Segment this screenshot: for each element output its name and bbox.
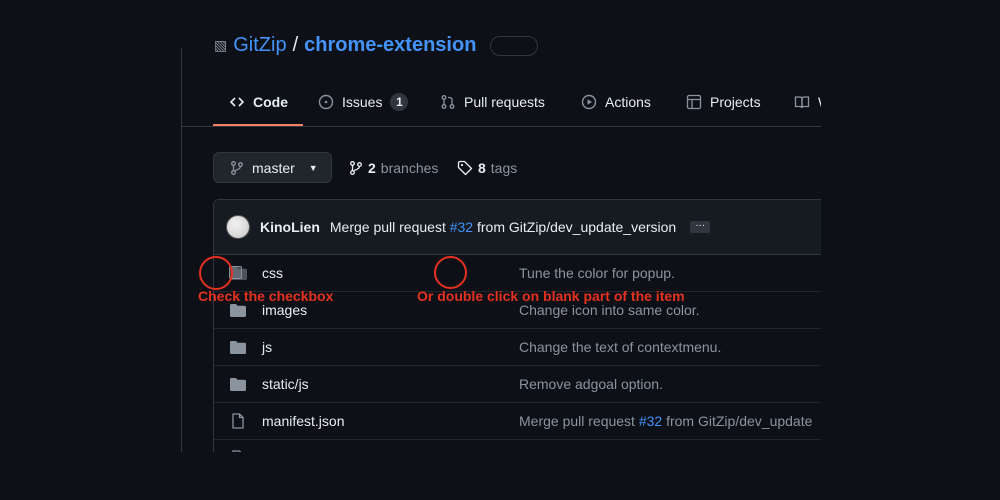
git-pull-request-icon bbox=[440, 94, 456, 110]
file-commit-message-prefix: Merge pull request bbox=[519, 413, 635, 429]
file-name[interactable]: static/js bbox=[262, 376, 309, 392]
double-click-hint-label: Or double click on blank part of the ite… bbox=[417, 288, 685, 304]
file-commit-message[interactable]: Merge pull request #32 from GitZip/dev_u… bbox=[519, 413, 812, 429]
commit-message[interactable]: Merge pull request #32 from GitZip/dev_u… bbox=[330, 219, 676, 235]
pr-link[interactable]: #32 bbox=[639, 413, 662, 429]
repo-separator: / bbox=[292, 34, 299, 56]
latest-commit-bar: KinoLien Merge pull request #32 from Git… bbox=[214, 200, 821, 255]
file-icon bbox=[232, 450, 248, 452]
tab-label: Code bbox=[253, 94, 288, 110]
commit-message-prefix: Merge pull request bbox=[329, 219, 446, 235]
commit-author[interactable]: KinoLien bbox=[260, 219, 320, 235]
pr-link[interactable]: #32 bbox=[450, 219, 473, 235]
file-row-css[interactable]: css Tune the color for popup. bbox=[214, 255, 821, 292]
tab-code[interactable]: Code bbox=[229, 78, 288, 126]
file-row-static-js[interactable]: static/js Remove adgoal option. bbox=[214, 366, 821, 403]
file-name[interactable]: manifest.json bbox=[262, 413, 344, 429]
file-row-manifest[interactable]: manifest.json Merge pull request #32 fro… bbox=[214, 403, 821, 440]
branch-select-button[interactable]: master ▼ bbox=[213, 152, 332, 183]
tab-pull-requests[interactable]: Pull requests bbox=[440, 78, 545, 126]
commit-message-suffix: from GitZip/dev_update_version bbox=[476, 219, 677, 235]
play-icon bbox=[581, 94, 597, 110]
tab-projects[interactable]: Projects bbox=[686, 78, 761, 126]
expand-commit-message-button[interactable]: … bbox=[690, 219, 711, 233]
folder-icon bbox=[230, 341, 246, 354]
branches-label: branches bbox=[380, 159, 439, 176]
issues-count-badge: 1 bbox=[390, 93, 409, 111]
branch-name: master bbox=[252, 159, 295, 176]
book-icon bbox=[794, 94, 810, 110]
folder-icon bbox=[230, 304, 246, 317]
file-name[interactable]: images bbox=[262, 302, 307, 318]
file-name[interactable]: css bbox=[262, 265, 283, 281]
repo-name-link[interactable]: chrome-extension bbox=[304, 34, 476, 57]
repo-page: ▧ GitZip / chrome-extension Code Issues … bbox=[182, 0, 821, 452]
git-branch-icon bbox=[349, 160, 363, 176]
caret-down-icon: ▼ bbox=[308, 162, 318, 173]
tab-actions[interactable]: Actions bbox=[581, 78, 651, 126]
file-browser: KinoLien Merge pull request #32 from Git… bbox=[213, 199, 821, 452]
tab-issues[interactable]: Issues 1 bbox=[318, 78, 409, 126]
file-commit-message[interactable]: Change icon into same color. bbox=[519, 302, 700, 318]
file-commit-message[interactable]: Remove adgoal option. bbox=[519, 376, 663, 392]
repo-owner-link[interactable]: GitZip bbox=[233, 34, 286, 57]
repo-tab-nav: Code Issues 1 Pull requests Actions Proj… bbox=[182, 78, 821, 127]
file-row-js[interactable]: js Change the text of contextmenu. bbox=[214, 329, 821, 366]
git-branch-icon bbox=[230, 160, 244, 176]
tab-label: Projects bbox=[710, 94, 761, 110]
tags-count: 8 bbox=[478, 159, 486, 176]
code-icon bbox=[229, 94, 245, 110]
tab-wiki[interactable]: W bbox=[794, 78, 821, 126]
repo-icon: ▧ bbox=[214, 37, 228, 53]
selected-tab-indicator bbox=[213, 124, 303, 126]
file-commit-message-suffix: from GitZip/dev_update bbox=[666, 413, 813, 429]
checkbox-highlight-circle bbox=[199, 256, 233, 290]
screenshot-frame: ▧ GitZip / chrome-extension Code Issues … bbox=[0, 0, 1000, 500]
file-commit-message[interactable]: Change the text of contextmenu. bbox=[519, 339, 721, 355]
visibility-badge bbox=[490, 35, 539, 56]
issue-opened-icon bbox=[318, 94, 334, 110]
tag-icon bbox=[457, 160, 473, 176]
tab-label: Issues bbox=[342, 94, 383, 110]
branches-count: 2 bbox=[368, 159, 376, 176]
tab-label: W bbox=[818, 94, 821, 110]
tags-link[interactable]: 8 tags bbox=[457, 152, 517, 183]
folder-icon bbox=[230, 378, 246, 391]
folder-icon bbox=[231, 267, 247, 280]
tags-label: tags bbox=[490, 159, 518, 176]
file-name[interactable]: js bbox=[262, 339, 272, 355]
tab-label: Actions bbox=[605, 94, 651, 110]
blank-area-highlight-circle bbox=[434, 256, 467, 289]
file-icon bbox=[232, 413, 248, 429]
file-commit-message[interactable]: Tune the color for popup. bbox=[519, 265, 675, 281]
checkbox-hint-label: Check the checkbox bbox=[198, 288, 334, 304]
repo-title: ▧ GitZip / chrome-extension bbox=[214, 34, 539, 57]
table-icon bbox=[686, 94, 702, 110]
avatar[interactable] bbox=[226, 215, 250, 239]
tab-label: Pull requests bbox=[464, 94, 545, 110]
file-row-partial[interactable] bbox=[214, 440, 821, 452]
branches-link[interactable]: 2 branches bbox=[349, 152, 438, 183]
